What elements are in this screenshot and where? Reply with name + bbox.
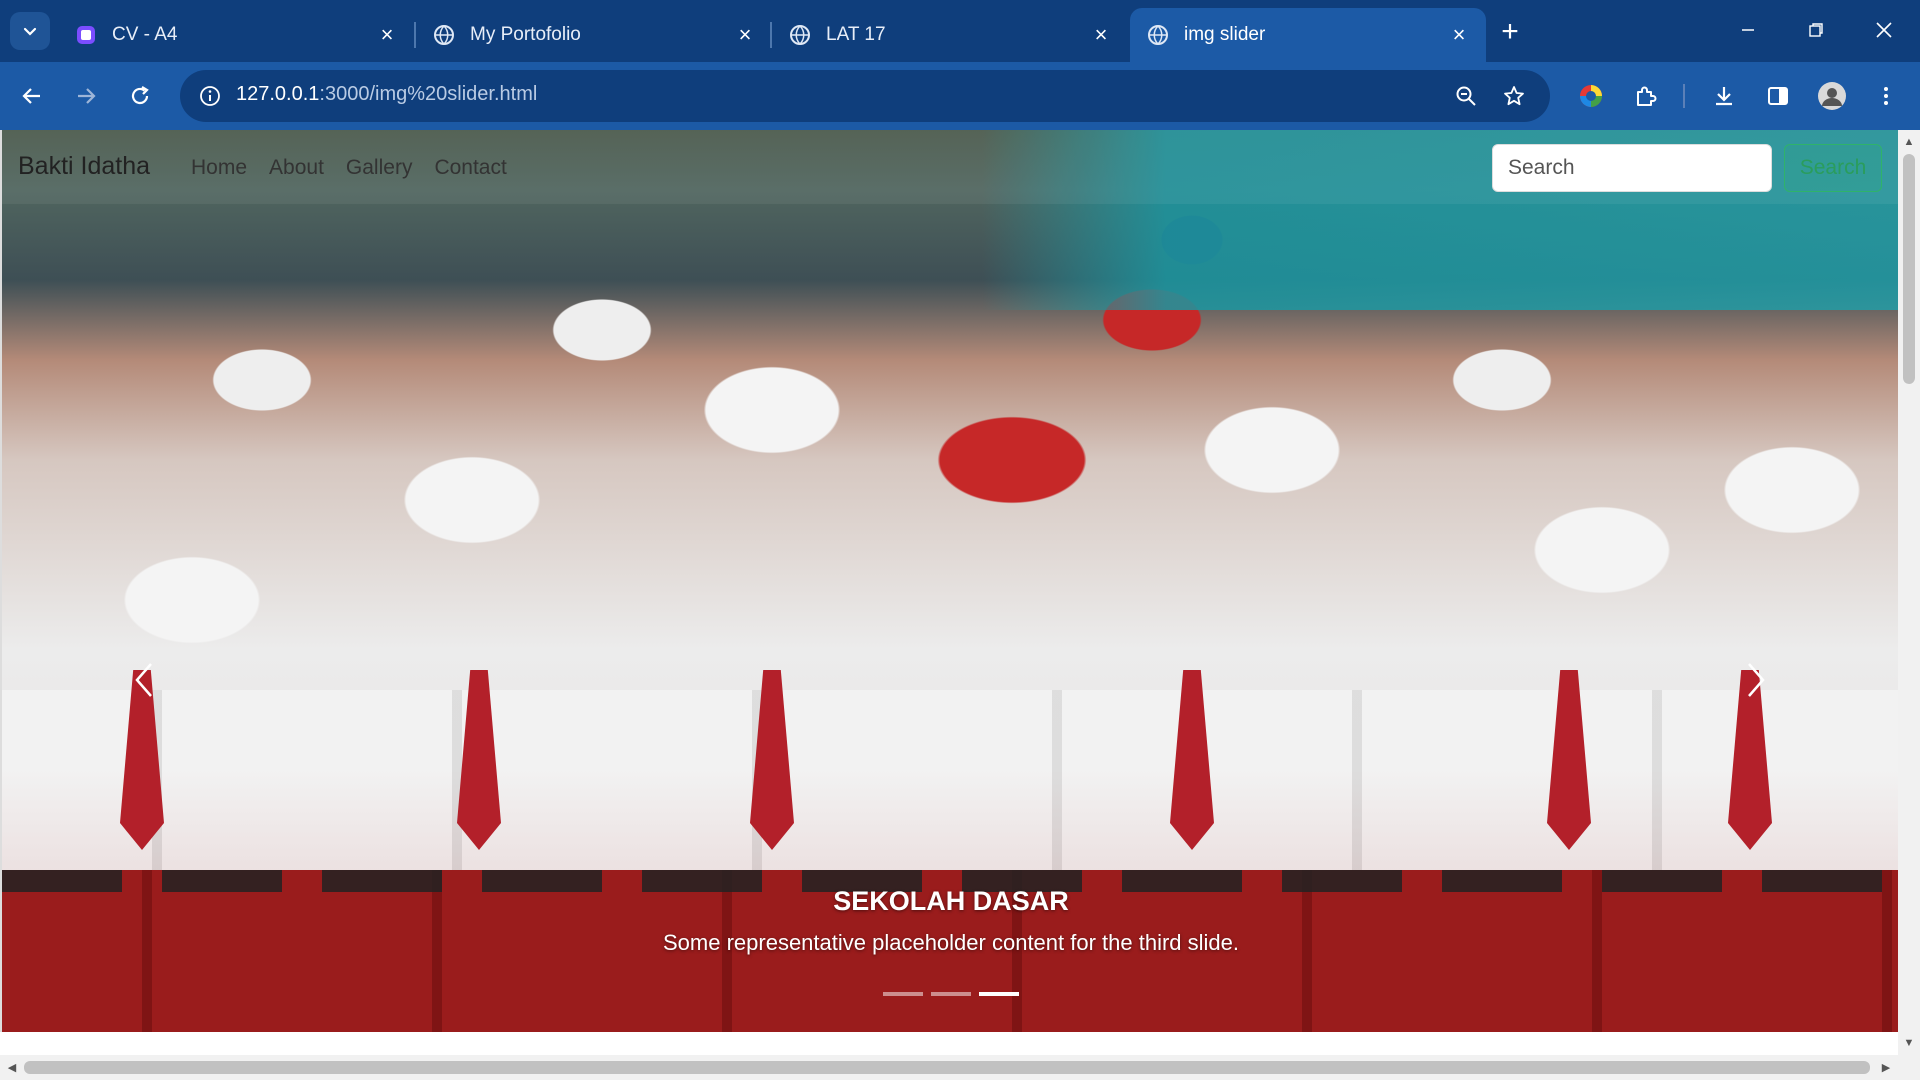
horizontal-scrollbar[interactable]: ◀ ▶ bbox=[0, 1055, 1898, 1080]
site-navbar: Bakti Idatha Home About Gallery Contact … bbox=[2, 130, 1898, 204]
scroll-left-arrow-icon[interactable]: ◀ bbox=[2, 1057, 22, 1077]
close-tab-icon[interactable]: × bbox=[732, 22, 758, 48]
close-tab-icon[interactable]: × bbox=[1446, 22, 1472, 48]
tab-img-slider[interactable]: img slider × bbox=[1130, 8, 1486, 62]
scroll-right-arrow-icon[interactable]: ▶ bbox=[1876, 1057, 1896, 1077]
url-text[interactable]: 127.0.0.1:3000/img%20slider.html bbox=[236, 83, 537, 106]
search-input[interactable] bbox=[1492, 144, 1772, 192]
download-icon bbox=[1716, 87, 1732, 106]
chevron-down-icon bbox=[23, 27, 37, 36]
browser-toolbar: 127.0.0.1:3000/img%20slider.html bbox=[0, 62, 1920, 130]
tab-lat-17[interactable]: LAT 17 × bbox=[772, 8, 1128, 62]
arrow-right-icon bbox=[78, 88, 96, 104]
horizontal-scroll-thumb[interactable] bbox=[24, 1061, 1870, 1074]
plus-icon: + bbox=[1501, 15, 1519, 48]
address-bar[interactable]: 127.0.0.1:3000/img%20slider.html bbox=[180, 70, 1550, 122]
globe-icon bbox=[1146, 23, 1170, 47]
extension-color-button[interactable] bbox=[1571, 76, 1611, 116]
kebab-menu-icon bbox=[1884, 87, 1888, 105]
carousel-caption-title: SEKOLAH DASAR bbox=[833, 886, 1069, 916]
page-viewport: Bakti Idatha Home About Gallery Contact … bbox=[0, 130, 1898, 1055]
carousel-indicators bbox=[2, 992, 1898, 996]
site-info-button[interactable] bbox=[192, 78, 228, 114]
scroll-up-arrow-icon[interactable]: ▲ bbox=[1898, 132, 1920, 152]
url-path: :3000/img%20slider.html bbox=[319, 83, 538, 105]
extensions-button[interactable] bbox=[1626, 76, 1666, 116]
arrow-left-icon bbox=[22, 88, 40, 104]
new-tab-button[interactable]: + bbox=[1492, 14, 1528, 50]
restore-icon bbox=[1809, 23, 1823, 37]
restore-button[interactable] bbox=[1786, 10, 1846, 50]
reload-button[interactable] bbox=[120, 76, 160, 116]
tab-cv-a4[interactable]: CV - A4 × bbox=[58, 8, 414, 62]
back-button[interactable] bbox=[12, 76, 52, 116]
nav-link-about[interactable]: About bbox=[269, 156, 324, 180]
side-panel-button[interactable] bbox=[1758, 76, 1798, 116]
minimize-button[interactable] bbox=[1718, 10, 1778, 50]
chevron-left-icon bbox=[135, 663, 152, 697]
bookmark-button[interactable] bbox=[1498, 80, 1530, 112]
tab-title: My Portofolio bbox=[470, 24, 581, 45]
carousel-prev-button[interactable] bbox=[114, 650, 174, 710]
tab-my-portofolio[interactable]: My Portofolio × bbox=[416, 8, 772, 62]
close-window-button[interactable] bbox=[1854, 10, 1914, 50]
navbar-links: Home About Gallery Contact bbox=[191, 156, 507, 180]
avatar bbox=[1818, 82, 1846, 110]
vertical-scrollbar[interactable]: ▲ ▼ bbox=[1898, 130, 1920, 1055]
zoom-button[interactable] bbox=[1450, 80, 1482, 112]
reload-icon bbox=[131, 86, 149, 105]
search-button[interactable]: Search bbox=[1784, 144, 1882, 192]
browser-tab-bar: CV - A4 × My Portofolio × LAT 17 × img s… bbox=[0, 0, 1920, 62]
tab-title: img slider bbox=[1184, 24, 1266, 45]
carousel-indicator-1[interactable] bbox=[883, 992, 923, 996]
tab-title: LAT 17 bbox=[826, 24, 886, 45]
tab-title: CV - A4 bbox=[112, 24, 178, 45]
profile-button[interactable] bbox=[1812, 76, 1852, 116]
carousel-indicator-3[interactable] bbox=[979, 992, 1019, 996]
toolbar-divider bbox=[1683, 84, 1685, 108]
image-detail bbox=[2, 690, 1898, 890]
tab-search-button[interactable] bbox=[10, 12, 50, 50]
carousel-next-button[interactable] bbox=[1726, 650, 1786, 710]
globe-icon bbox=[788, 23, 812, 47]
nav-link-gallery[interactable]: Gallery bbox=[346, 156, 413, 180]
forward-button[interactable] bbox=[66, 76, 106, 116]
close-tab-icon[interactable]: × bbox=[1088, 22, 1114, 48]
nav-link-home[interactable]: Home bbox=[191, 156, 247, 180]
minimize-icon bbox=[1742, 29, 1754, 31]
scrollbar-corner bbox=[1898, 1055, 1920, 1080]
canva-icon bbox=[74, 23, 98, 47]
scroll-down-arrow-icon[interactable]: ▼ bbox=[1898, 1033, 1920, 1053]
close-icon bbox=[1876, 22, 1892, 38]
globe-icon bbox=[432, 23, 456, 47]
browser-menu-button[interactable] bbox=[1866, 76, 1906, 116]
nav-link-contact[interactable]: Contact bbox=[434, 156, 506, 180]
star-icon bbox=[1504, 86, 1524, 106]
close-tab-icon[interactable]: × bbox=[374, 22, 400, 48]
info-icon bbox=[200, 86, 220, 106]
url-host: 127.0.0.1 bbox=[236, 83, 320, 105]
puzzle-icon bbox=[1637, 86, 1657, 106]
carousel-indicator-2[interactable] bbox=[931, 992, 971, 996]
downloads-button[interactable] bbox=[1704, 76, 1744, 116]
navbar-brand[interactable]: Bakti Idatha bbox=[18, 152, 150, 181]
side-panel-icon bbox=[1768, 87, 1788, 105]
chevron-right-icon bbox=[1748, 663, 1765, 697]
carousel-caption-text: Some representative placeholder content … bbox=[663, 930, 1239, 955]
zoom-out-icon bbox=[1456, 86, 1476, 106]
color-picker-icon bbox=[1580, 85, 1602, 107]
vertical-scroll-thumb[interactable] bbox=[1903, 154, 1915, 384]
image-carousel: Bakti Idatha Home About Gallery Contact … bbox=[0, 130, 1898, 1032]
